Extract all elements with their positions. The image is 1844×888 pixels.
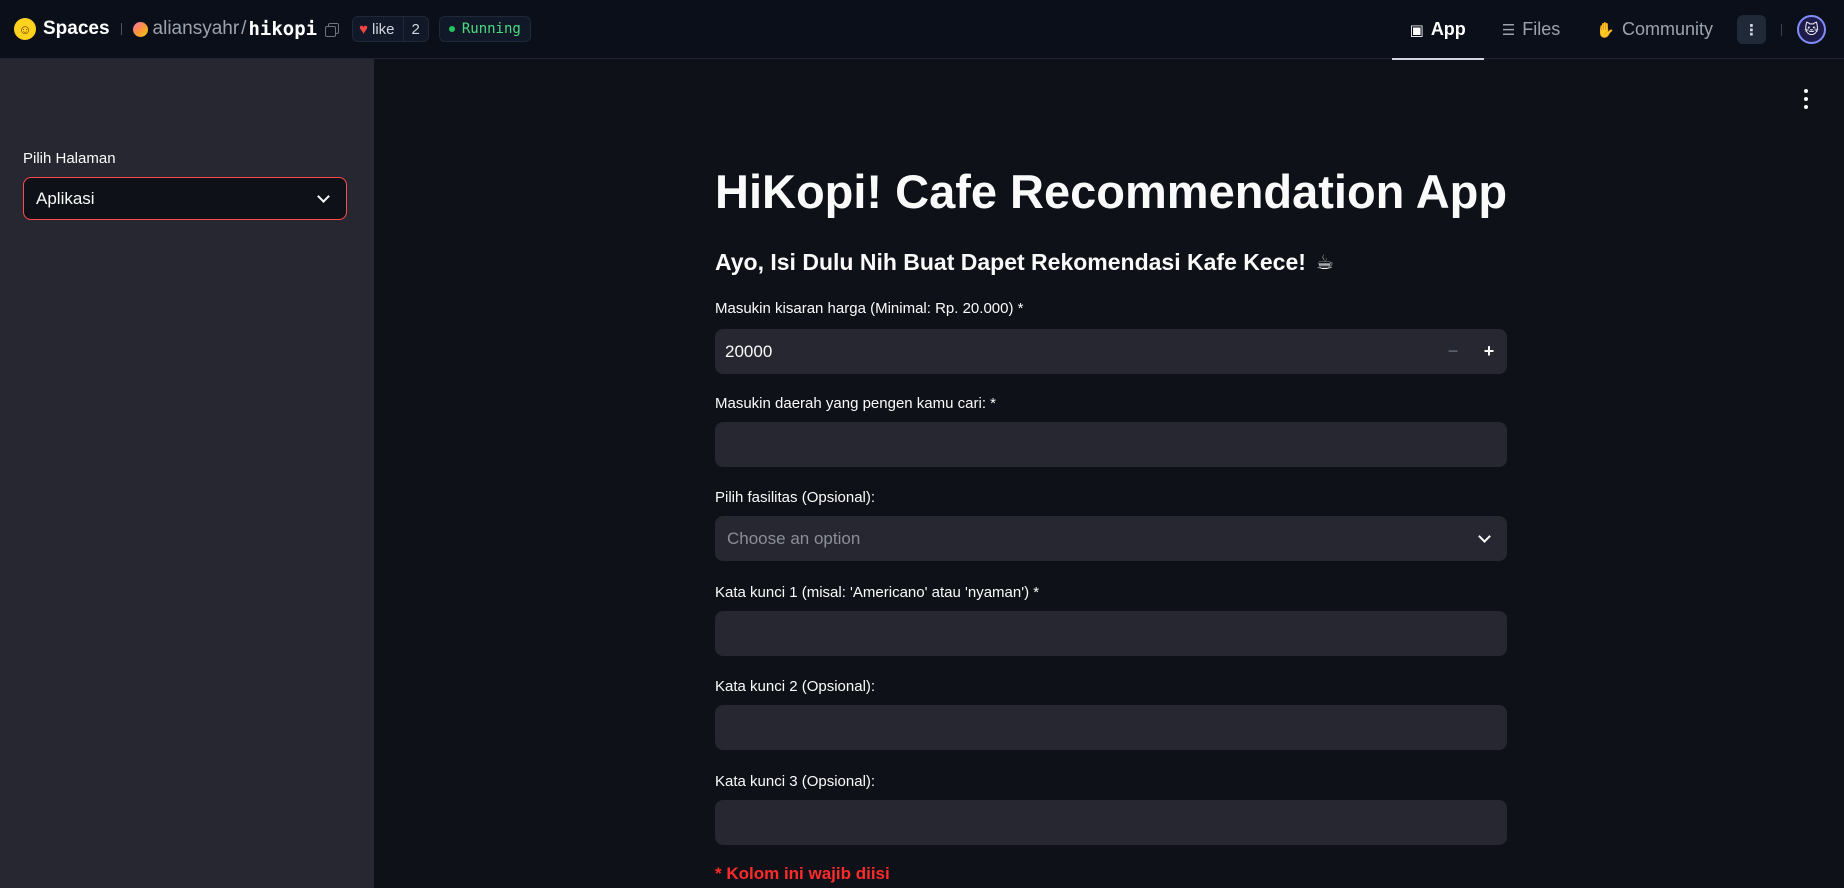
like-label: like bbox=[371, 20, 395, 38]
community-icon: ✋ bbox=[1596, 21, 1615, 39]
like-button[interactable]: ♥ like 2 bbox=[352, 16, 429, 42]
keyword2-input[interactable] bbox=[715, 705, 1507, 750]
spaces-header: ☺ Spaces aliansyahr / hikopi ♥ like 2 Ru… bbox=[0, 0, 1844, 60]
sidebar: Pilih Halaman Aplikasi bbox=[0, 59, 374, 888]
decrement-button[interactable]: − bbox=[1435, 329, 1471, 374]
owner-avatar[interactable] bbox=[132, 21, 148, 37]
subtitle-text: Ayo, Isi Dulu Nih Buat Dapet Rekomendasi… bbox=[715, 249, 1306, 275]
status-label: Running bbox=[461, 21, 521, 37]
increment-button[interactable]: + bbox=[1471, 329, 1507, 374]
heart-icon: ♥ bbox=[359, 20, 368, 38]
area-input[interactable] bbox=[715, 422, 1507, 467]
like-count[interactable]: 2 bbox=[404, 21, 428, 38]
tab-app-label: App bbox=[1430, 19, 1466, 39]
price-value[interactable]: 20000 bbox=[715, 342, 1435, 362]
status-badge[interactable]: Running bbox=[438, 16, 531, 42]
huggingface-logo-icon[interactable]: ☺ bbox=[14, 18, 36, 40]
price-number-input[interactable]: 20000 − + bbox=[715, 329, 1507, 374]
keyword1-label: Kata kunci 1 (misal: 'Americano' atau 'n… bbox=[715, 584, 1040, 601]
facilities-label: Pilih fasilitas (Opsional): bbox=[715, 489, 876, 506]
keyword3-input[interactable] bbox=[715, 800, 1507, 845]
chevron-down-icon bbox=[317, 189, 330, 203]
chevron-down-icon bbox=[1478, 529, 1491, 543]
keyword1-input[interactable] bbox=[715, 611, 1507, 656]
facilities-select[interactable]: Choose an option bbox=[715, 516, 1507, 561]
area-label: Masukin daerah yang pengen kamu cari: * bbox=[715, 395, 997, 412]
price-label: Masukin kisaran harga (Minimal: Rp. 20.0… bbox=[715, 300, 1024, 317]
facilities-placeholder: Choose an option bbox=[727, 528, 861, 548]
divider bbox=[1781, 23, 1782, 36]
keyword3-label: Kata kunci 3 (Opsional): bbox=[715, 773, 876, 790]
status-dot-icon bbox=[448, 26, 455, 32]
required-note: * Kolom ini wajib diisi bbox=[715, 864, 890, 883]
tab-files-label: Files bbox=[1522, 19, 1561, 39]
files-icon: ☰ bbox=[1501, 21, 1516, 39]
tab-community-label: Community bbox=[1621, 19, 1713, 39]
page-select-value: Aplikasi bbox=[36, 188, 95, 208]
copy-icon[interactable] bbox=[325, 22, 340, 37]
cube-icon: ▣ bbox=[1409, 21, 1424, 39]
spaces-link[interactable]: Spaces bbox=[43, 18, 110, 40]
tab-community[interactable]: ✋ Community bbox=[1578, 0, 1731, 59]
main-menu-icon[interactable] bbox=[1798, 89, 1814, 109]
page-title: HiKopi! Cafe Recommendation App bbox=[715, 165, 1508, 218]
owner-link[interactable]: aliansyahr bbox=[153, 18, 240, 40]
tab-files[interactable]: ☰ Files bbox=[1484, 0, 1578, 59]
more-options-button[interactable]: ⋮ bbox=[1737, 15, 1766, 44]
user-avatar[interactable]: 🐱 bbox=[1797, 15, 1826, 44]
page-subtitle: Ayo, Isi Dulu Nih Buat Dapet Rekomendasi… bbox=[715, 249, 1334, 276]
page-select-label: Pilih Halaman bbox=[23, 150, 116, 167]
coffee-icon: ☕ bbox=[1315, 252, 1334, 274]
page-select[interactable]: Aplikasi bbox=[23, 177, 347, 220]
path-separator: / bbox=[241, 18, 247, 39]
divider bbox=[120, 23, 122, 35]
tab-app[interactable]: ▣ App bbox=[1391, 0, 1485, 60]
repo-link[interactable]: hikopi bbox=[248, 18, 317, 40]
keyword2-label: Kata kunci 2 (Opsional): bbox=[715, 678, 876, 695]
